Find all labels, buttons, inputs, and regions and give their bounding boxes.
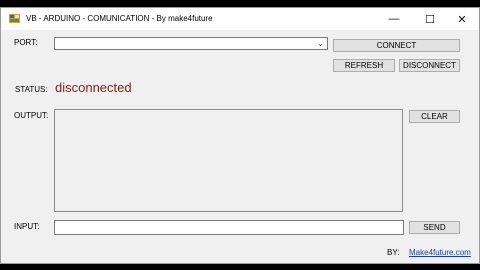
maximize-icon[interactable]: ☐ — [413, 8, 447, 30]
app-icon — [9, 14, 20, 23]
input-label: INPUT: — [14, 222, 40, 231]
clear-button[interactable]: CLEAR — [409, 110, 460, 123]
chevron-down-icon[interactable]: ⌄ — [314, 38, 327, 49]
app-window: VB - ARDUINO - COMUNICATION - By make4fu… — [0, 7, 480, 264]
output-textbox[interactable] — [54, 109, 403, 212]
send-button[interactable]: SEND — [409, 221, 460, 234]
close-icon[interactable]: ✕ — [445, 8, 479, 30]
disconnect-button[interactable]: DISCONNECT — [399, 59, 460, 72]
input-field[interactable] — [54, 220, 404, 235]
port-select[interactable]: ⌄ — [54, 37, 328, 50]
minimize-icon[interactable]: — — [377, 8, 411, 30]
refresh-button[interactable]: REFRESH — [333, 59, 395, 72]
port-label: PORT: — [14, 38, 38, 47]
window-title: VB - ARDUINO - COMUNICATION - By make4fu… — [26, 14, 213, 23]
status-value: disconnected — [55, 80, 132, 95]
by-label: BY: — [387, 248, 400, 257]
title-bar[interactable]: VB - ARDUINO - COMUNICATION - By make4fu… — [1, 8, 479, 30]
make4future-link[interactable]: Make4future.com — [409, 248, 471, 257]
connect-button[interactable]: CONNECT — [333, 39, 460, 52]
status-label: STATUS: — [15, 85, 48, 94]
output-label: OUTPUT: — [14, 111, 49, 120]
